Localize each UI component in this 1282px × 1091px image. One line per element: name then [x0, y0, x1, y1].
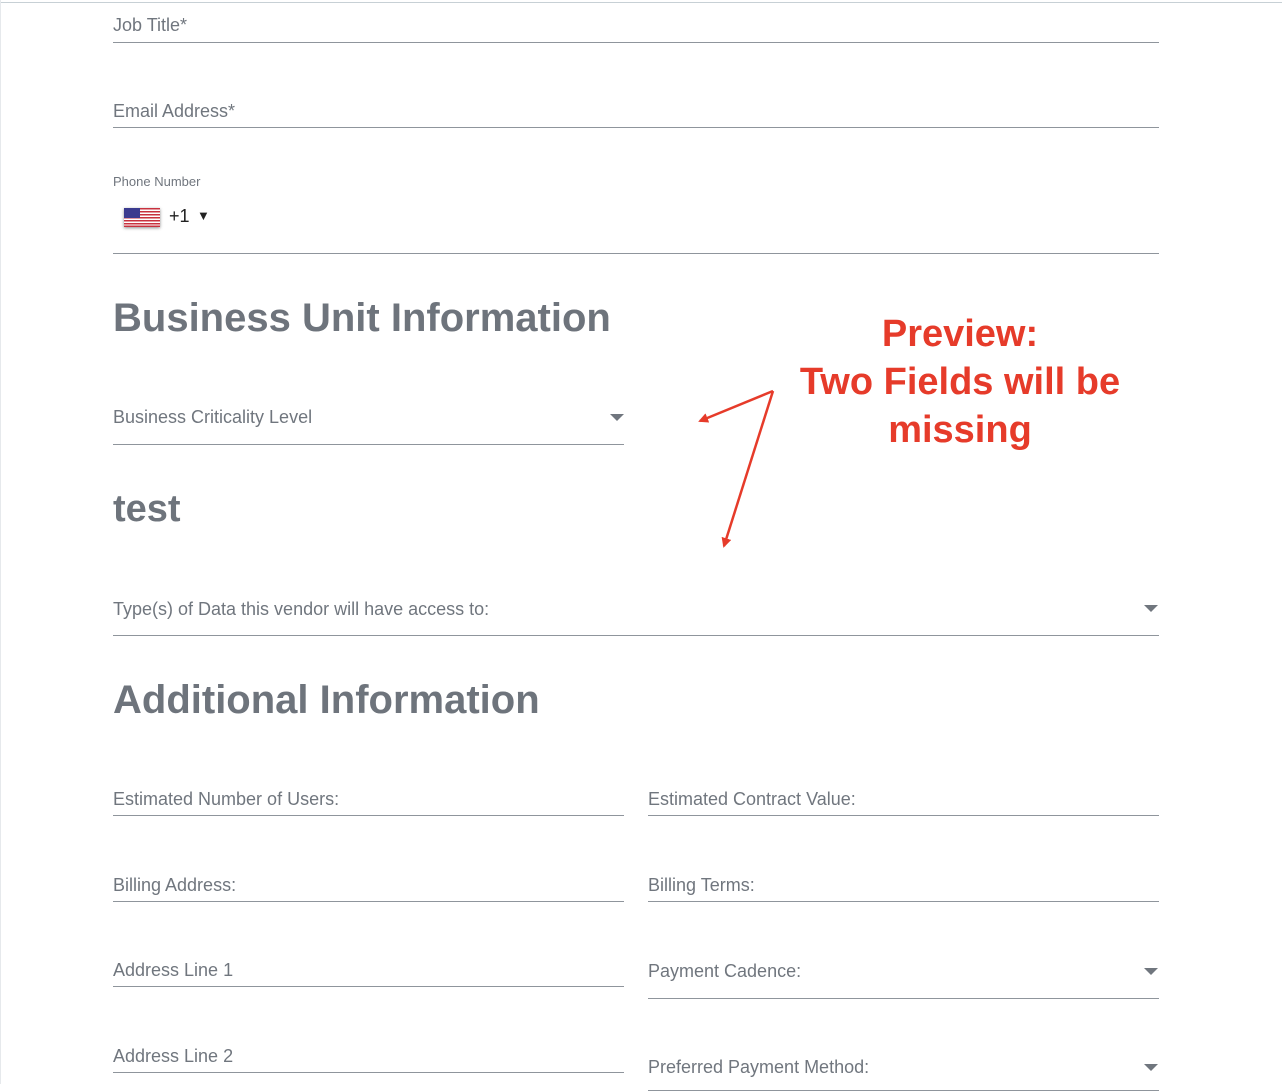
arrow-to-criticality — [698, 389, 774, 423]
annotation-arrows — [698, 389, 775, 548]
arrow-to-data-types — [721, 390, 775, 548]
